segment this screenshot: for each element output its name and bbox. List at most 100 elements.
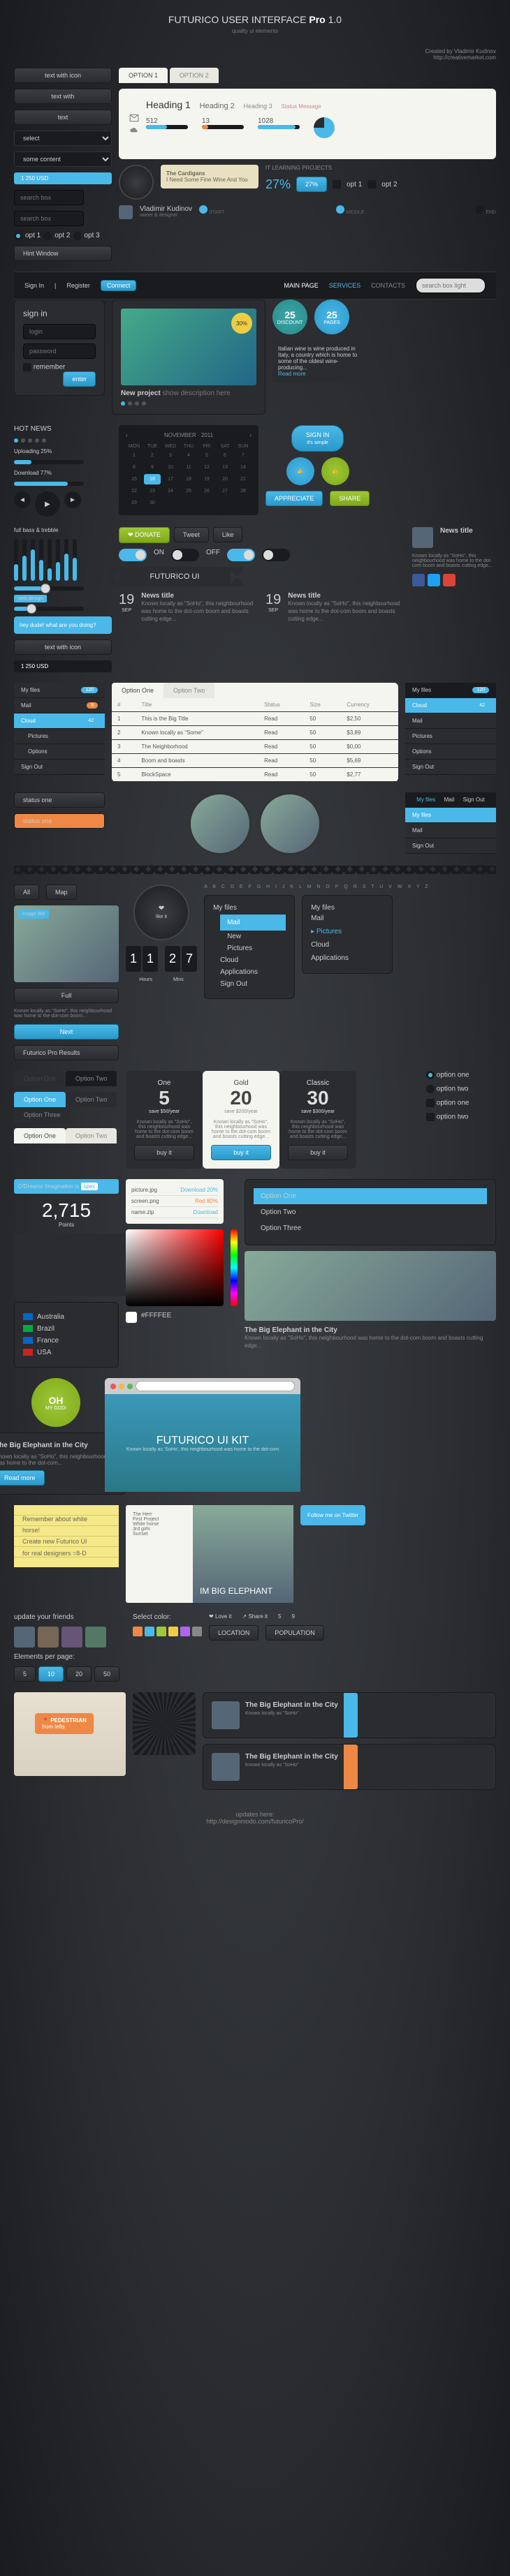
appreciate-btn[interactable]: APPRECIATE: [265, 491, 323, 506]
card-img: [212, 1701, 240, 1729]
buy-1[interactable]: buy it: [134, 1145, 194, 1160]
nav-register[interactable]: Register: [66, 282, 90, 289]
toggle-off2[interactable]: [262, 549, 290, 561]
chk-opt1[interactable]: [333, 180, 341, 188]
donate-btn[interactable]: ❤ DONATE: [119, 527, 170, 543]
like-btn[interactable]: Like: [213, 527, 243, 542]
next-btn[interactable]: ►: [64, 491, 81, 508]
connect-btn[interactable]: Connect: [101, 280, 137, 291]
thumb-blue[interactable]: 👍: [286, 457, 314, 485]
calendar[interactable]: ‹NOVEMBER · 2011› MONTUEWEDTHUFRISATSUN …: [119, 425, 258, 515]
balloon-btn[interactable]: text with icon: [14, 639, 112, 655]
nav-search[interactable]: [416, 278, 486, 293]
nav-signin[interactable]: Sign In: [24, 282, 44, 289]
btn-text[interactable]: text: [14, 110, 112, 125]
hue-slider[interactable]: [231, 1229, 238, 1306]
url-bar[interactable]: [136, 1381, 295, 1391]
nav-map[interactable]: Map: [46, 884, 77, 900]
select-2[interactable]: some content: [14, 151, 112, 167]
search-1[interactable]: [14, 190, 84, 205]
ribbon: FUTURICO UI: [119, 567, 231, 586]
remember-chk[interactable]: [23, 363, 31, 371]
popup-read[interactable]: Read more: [0, 1470, 45, 1486]
alpha-nav[interactable]: A B C D E F G H I J K L M N O P Q R S T …: [204, 884, 496, 889]
tab-opt1[interactable]: OPTION 1: [119, 68, 168, 83]
read-more[interactable]: Read more: [278, 371, 306, 377]
nav-main[interactable]: MAIN PAGE: [284, 282, 318, 289]
elephant-img: [245, 1251, 496, 1321]
chk-opt2[interactable]: [367, 180, 376, 188]
login-input[interactable]: [23, 324, 96, 339]
radio-opt1[interactable]: [14, 232, 22, 240]
news-avatar: [412, 527, 433, 548]
pie-chart: [314, 117, 335, 138]
toggle-on2[interactable]: [227, 549, 255, 561]
r-opt1[interactable]: [426, 1071, 435, 1079]
buy-3[interactable]: buy it: [288, 1145, 348, 1160]
close-dot[interactable]: [110, 1384, 116, 1389]
notepad[interactable]: Remember about white horse! Create new F…: [14, 1505, 119, 1567]
c-opt2[interactable]: [426, 1113, 435, 1121]
thumb-green[interactable]: 👍: [321, 457, 349, 485]
r-opt2[interactable]: [426, 1085, 435, 1093]
gp-icon[interactable]: [443, 574, 456, 586]
friend-avatar[interactable]: [38, 1627, 59, 1648]
friend-avatar[interactable]: [61, 1627, 82, 1648]
hint-window[interactable]: Hint Window: [14, 246, 112, 261]
fb-icon[interactable]: [412, 574, 425, 586]
search-2[interactable]: [14, 211, 84, 226]
nav-all[interactable]: All: [14, 884, 39, 900]
play-btn[interactable]: ▶: [35, 491, 60, 517]
slider-wd[interactable]: [14, 586, 84, 591]
map-widget[interactable]: 📍 PEDESTRIANfrom lefts: [14, 1692, 126, 1776]
credit-url: http://creativemarket.com: [433, 54, 496, 61]
full-btn[interactable]: Full: [14, 988, 119, 1003]
img-panel: Image title: [14, 905, 119, 982]
tweet-btn[interactable]: Tweet: [174, 527, 209, 542]
buy-2[interactable]: buy it: [211, 1145, 271, 1160]
toggle-on[interactable]: [119, 549, 147, 561]
btn-text-icon[interactable]: text with icon: [14, 68, 112, 83]
color-swatch[interactable]: [180, 1627, 190, 1636]
radio-opt2[interactable]: [43, 232, 52, 240]
sidebar-2: My files120 Cloud42 Mail Pictures Option…: [405, 683, 496, 775]
slider-dev[interactable]: [14, 607, 84, 611]
color-swatch[interactable]: [168, 1627, 178, 1636]
status-2: status one: [14, 813, 105, 829]
friend-avatar[interactable]: [14, 1627, 35, 1648]
pct-btn[interactable]: 27%: [296, 177, 327, 192]
footer-url[interactable]: http://designmodo.com/futuricoPro/: [14, 1818, 496, 1825]
select-1[interactable]: select: [14, 131, 112, 146]
learning-label: IT LEARNING PROJECTS: [265, 165, 496, 171]
swatch: [126, 1312, 137, 1323]
share-btn[interactable]: SHARE: [330, 491, 370, 506]
prev-btn[interactable]: ◄: [14, 491, 31, 508]
nav-contacts[interactable]: CONTACTS: [371, 282, 405, 289]
equalizer[interactable]: [14, 539, 112, 581]
btn-text-with[interactable]: text with: [14, 89, 112, 104]
tw-icon[interactable]: [428, 574, 440, 586]
follow-badge[interactable]: Follow me on Twitter: [300, 1505, 365, 1525]
like-knob[interactable]: ❤like it: [133, 884, 189, 940]
nav-services[interactable]: SERVICES: [329, 282, 360, 289]
signin-big-btn[interactable]: SIGN INit's simple: [291, 425, 344, 452]
next-btn[interactable]: Next: [14, 1024, 119, 1039]
toggle-off[interactable]: [171, 549, 199, 561]
pro-results[interactable]: Futurico Pro Results: [14, 1045, 119, 1060]
color-picker[interactable]: [126, 1229, 224, 1306]
color-swatch[interactable]: [145, 1627, 154, 1636]
color-swatch[interactable]: [156, 1627, 166, 1636]
dpad[interactable]: [119, 165, 154, 200]
enter-btn[interactable]: enter: [63, 371, 96, 387]
c-opt1[interactable]: [426, 1099, 435, 1107]
min-dot[interactable]: [119, 1384, 124, 1389]
password-input[interactable]: [23, 343, 96, 359]
radio-opt3[interactable]: [73, 232, 82, 240]
max-dot[interactable]: [127, 1384, 133, 1389]
color-swatch[interactable]: [192, 1627, 202, 1636]
signin-title: sign in: [23, 309, 96, 318]
color-swatch[interactable]: [133, 1627, 143, 1636]
tab-opt2[interactable]: OPTION 2: [170, 68, 219, 83]
friend-avatar[interactable]: [85, 1627, 106, 1648]
book-page: The Herr First Project White horse 3rd g…: [126, 1505, 293, 1603]
